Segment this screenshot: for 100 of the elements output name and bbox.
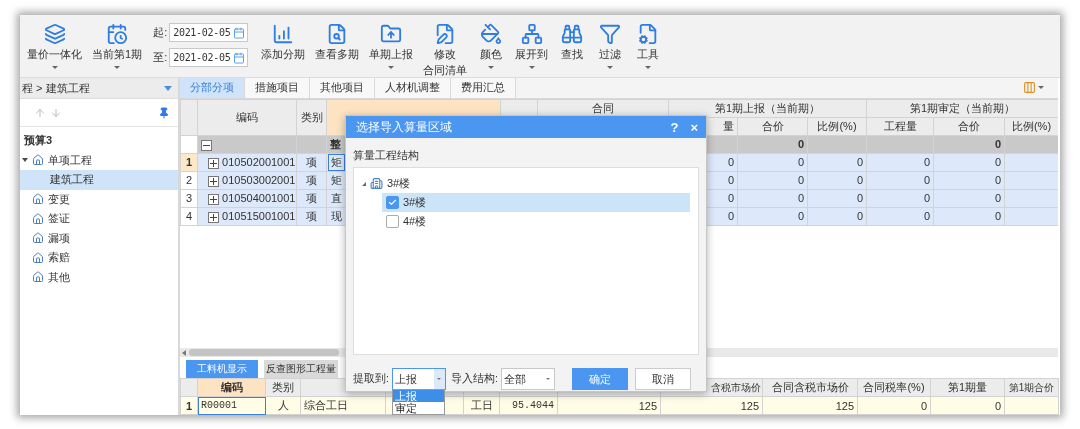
network-icon	[520, 23, 543, 45]
toolbar-button[interactable]: 单期上报	[366, 21, 417, 71]
toolbar-button[interactable]: 当前第1期	[89, 21, 146, 71]
checkbox[interactable]	[386, 215, 399, 228]
table-cell: 95.4044	[499, 396, 558, 415]
column-header: 合同含税市场价	[762, 378, 858, 397]
table-cell: 0	[737, 207, 808, 226]
column-header: 第1期合价	[1004, 378, 1059, 397]
tree-item[interactable]: 其他	[20, 267, 178, 287]
toolbar-button[interactable]: 添加分期	[258, 21, 309, 63]
toolbar-button[interactable]: 修改 合同清单	[420, 21, 471, 79]
tab[interactable]: 人材机调整	[375, 78, 451, 98]
table-cell-text: 矩	[330, 173, 342, 186]
table-cell: 项	[296, 189, 327, 208]
table-cell: 125	[557, 396, 661, 415]
table-cell: 010515001001	[222, 210, 296, 223]
table-cell: 0	[857, 396, 931, 415]
date-field[interactable]: 2021-02-05	[169, 48, 249, 67]
filter-icon	[599, 23, 622, 45]
breadcrumb-bar[interactable]: 程 > 建筑工程	[20, 78, 178, 99]
calendar-icon	[233, 26, 246, 39]
column-header: 编码	[197, 378, 266, 397]
table-cell: 项	[296, 207, 327, 226]
toolbar-button[interactable]: 量价一体化	[24, 21, 85, 71]
date-label: 起:	[153, 25, 168, 40]
toolbar-button[interactable]: 查看多期	[312, 21, 363, 63]
column-header: 合同税率(%)	[857, 378, 931, 397]
expand-icon[interactable]	[208, 175, 219, 187]
scroll-left-icon[interactable]	[182, 349, 186, 356]
field-label: 提取到:	[353, 372, 389, 386]
table-cell: 125	[660, 396, 763, 415]
tree-item[interactable]: 索赔	[20, 248, 178, 268]
date-label: 至:	[153, 50, 168, 65]
collapse-icon[interactable]	[201, 139, 212, 151]
table-cell: 0	[933, 207, 1005, 226]
house-icon	[32, 271, 44, 284]
folder-icon	[380, 23, 403, 45]
tab[interactable]: 措施项目	[245, 78, 310, 98]
table-cell-text: 现	[330, 209, 342, 222]
tree-item[interactable]: 建筑工程	[20, 170, 178, 190]
table-cell: 010504001001	[222, 192, 296, 205]
pin-icon[interactable]	[158, 106, 170, 119]
binoculars-icon	[561, 23, 584, 45]
toolbar-button[interactable]: 展开到	[512, 21, 552, 71]
column-header: 第1期审定（当前期）	[866, 99, 1058, 118]
date-field[interactable]: 2021-02-05	[169, 23, 249, 42]
expand-icon[interactable]	[208, 211, 219, 223]
table-cell: 矩	[328, 154, 345, 171]
layers-icon	[43, 23, 66, 45]
column-header: 第1期量	[930, 378, 1005, 397]
table-cell: 0	[866, 207, 934, 226]
table-cell: 0	[933, 153, 1005, 172]
chart-icon	[272, 23, 295, 45]
column-header: 类别	[265, 378, 301, 397]
table-cell: 人	[265, 396, 301, 415]
building-icon	[370, 177, 383, 190]
column-settings-icon[interactable]	[1023, 81, 1036, 95]
toolbar-button[interactable]: 过滤	[593, 21, 628, 71]
table-cell: 010502001001	[222, 156, 296, 169]
table-cell: R00001	[197, 396, 266, 415]
table-cell: 0	[933, 135, 1005, 154]
tab[interactable]: 反查图形工程量	[264, 360, 338, 378]
tab[interactable]: 其他项目	[310, 78, 375, 98]
table-cell: 综合工日	[300, 396, 386, 415]
table-cell: 0	[866, 171, 934, 190]
house-icon	[32, 212, 44, 225]
table-cell: 0	[866, 189, 934, 208]
table-cell: 项	[296, 153, 327, 172]
scrollbar-thumb[interactable]	[189, 349, 339, 357]
calendar-icon	[233, 51, 246, 64]
house-icon	[32, 251, 44, 264]
check-icon	[388, 198, 397, 207]
tree-item[interactable]: 单项工程	[20, 150, 178, 170]
toolbar-button[interactable]: 工具	[631, 21, 666, 71]
tree-item[interactable]: 预算3	[20, 131, 178, 151]
expand-icon[interactable]	[208, 157, 219, 169]
toolbar-button[interactable]: 查找	[555, 21, 590, 63]
tree-item[interactable]: 变更	[20, 189, 178, 209]
calendar-icon	[106, 23, 129, 45]
table-cell: 0	[933, 171, 1005, 190]
tree-item[interactable]: 漏项	[20, 228, 178, 248]
house-icon	[32, 154, 44, 167]
tree-item[interactable]: 签证	[20, 209, 178, 229]
checkbox[interactable]	[386, 196, 399, 209]
tree-item[interactable]: 3#楼	[387, 176, 411, 191]
dialog-title: 选择导入算量区域	[356, 118, 453, 136]
tree-item[interactable]: 3#楼	[382, 193, 690, 212]
table-cell: 0	[737, 171, 808, 190]
expand-icon[interactable]	[208, 193, 219, 205]
caret-icon	[164, 85, 172, 91]
table-cell: 0	[737, 189, 808, 208]
toolbar-button[interactable]: 颜色	[474, 21, 509, 71]
select-field[interactable]: 全部	[500, 368, 555, 390]
table-cell: 0	[807, 171, 867, 190]
table-cell: 0	[807, 153, 867, 172]
house-icon	[32, 232, 44, 245]
field-label: 导入结构:	[450, 372, 498, 386]
table-cell-text: 直	[330, 191, 342, 204]
tab[interactable]: 费用汇总	[451, 78, 516, 98]
cancel-button[interactable]: 取消	[634, 368, 691, 390]
